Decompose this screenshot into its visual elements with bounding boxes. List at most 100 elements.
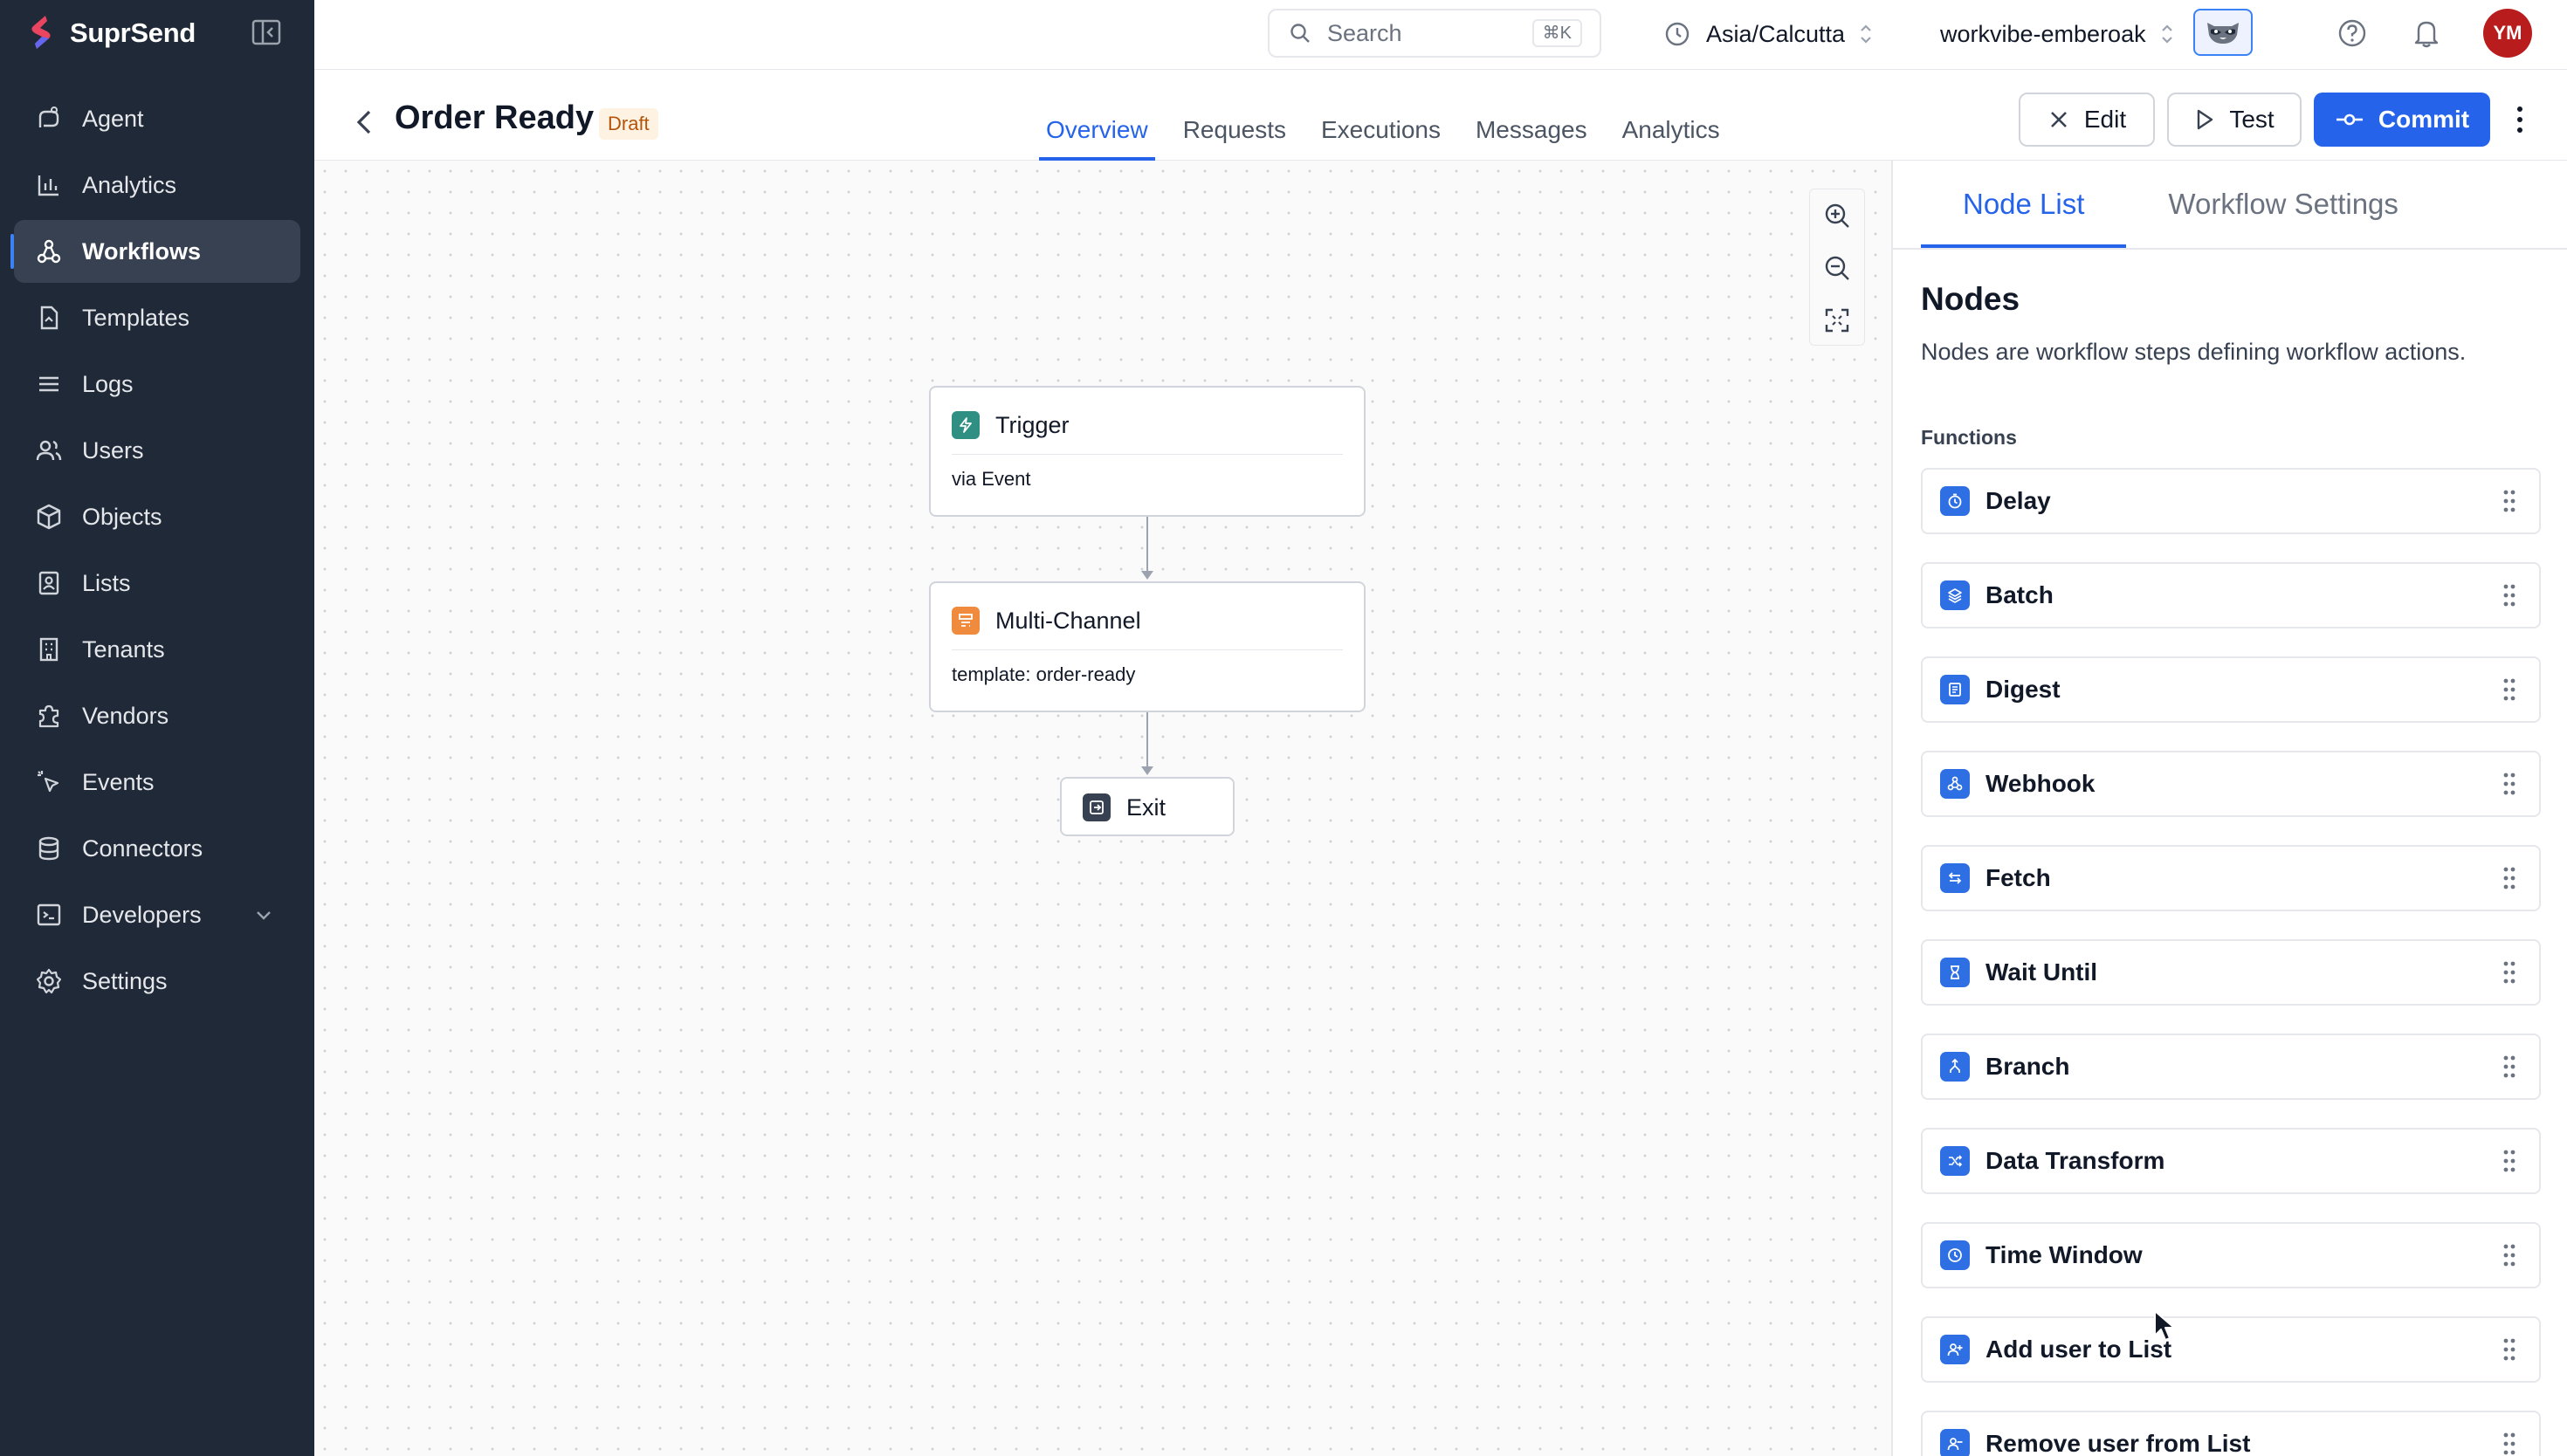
- commit-button-label: Commit: [2378, 106, 2470, 133]
- exit-node[interactable]: Exit: [1060, 777, 1235, 836]
- function-label: Data Transform: [1985, 1147, 2165, 1174]
- commit-icon: [2336, 113, 2363, 126]
- hourglass-icon: [1940, 958, 1970, 987]
- search-input[interactable]: Search ⌘K: [1268, 9, 1601, 58]
- drag-handle-icon[interactable]: [2502, 1432, 2516, 1456]
- back-arrow-icon[interactable]: [353, 106, 375, 138]
- play-icon: [2198, 109, 2213, 130]
- drag-handle-icon[interactable]: [2502, 583, 2516, 608]
- node-panel: Node List Workflow Settings Nodes Nodes …: [1891, 161, 2567, 1456]
- fit-view-button[interactable]: [1810, 294, 1864, 347]
- drag-handle-icon[interactable]: [2502, 866, 2516, 890]
- timezone-selector[interactable]: Asia/Calcutta: [1664, 12, 1875, 56]
- tab-messages[interactable]: Messages: [1469, 100, 1594, 161]
- commit-button[interactable]: Commit: [2314, 93, 2490, 147]
- help-icon[interactable]: [2336, 17, 2368, 49]
- more-options-icon[interactable]: [2515, 105, 2525, 134]
- tab-node-list[interactable]: Node List: [1921, 161, 2127, 248]
- trigger-bolt-icon: [952, 411, 980, 439]
- section-heading: Functions: [1921, 426, 2017, 449]
- sidebar: SuprSend Agent Analytics Workflows Templ…: [0, 0, 314, 1456]
- function-label: Delay: [1985, 487, 2051, 514]
- sidebar-item-events[interactable]: Events: [14, 751, 300, 814]
- drag-handle-icon[interactable]: [2502, 677, 2516, 702]
- sidebar-item-developers[interactable]: Developers: [14, 883, 300, 946]
- tab-workflow-settings[interactable]: Workflow Settings: [2126, 161, 2440, 248]
- drag-handle-icon[interactable]: [2502, 960, 2516, 985]
- sidebar-item-objects[interactable]: Objects: [14, 485, 300, 548]
- tab-overview[interactable]: Overview: [1039, 100, 1155, 161]
- agent-mascot-button[interactable]: [2193, 9, 2253, 56]
- tab-analytics[interactable]: Analytics: [1615, 100, 1727, 161]
- trigger-node[interactable]: Trigger via Event: [929, 386, 1366, 517]
- sidebar-item-label: Vendors: [82, 702, 169, 729]
- swap-arrows-icon: [1940, 863, 1970, 893]
- sidebar-item-connectors[interactable]: Connectors: [14, 817, 300, 880]
- function-label: Branch: [1985, 1053, 2070, 1080]
- workflow-canvas[interactable]: Trigger via Event Multi-Channel template…: [314, 161, 1891, 1456]
- workflow-icon: [37, 239, 61, 264]
- workspace-selector[interactable]: workvibe-emberoak: [1940, 12, 2176, 56]
- tab-executions[interactable]: Executions: [1314, 100, 1448, 161]
- cursor-click-icon: [38, 771, 59, 793]
- chevron-down-icon[interactable]: [253, 904, 274, 925]
- sidebar-item-logs[interactable]: Logs: [14, 353, 300, 416]
- drag-handle-icon[interactable]: [2502, 1149, 2516, 1173]
- drag-handle-icon[interactable]: [2502, 1054, 2516, 1079]
- sidebar-item-agent[interactable]: Agent: [14, 87, 300, 150]
- multi-channel-node[interactable]: Multi-Channel template: order-ready: [929, 581, 1366, 712]
- sidebar-item-vendors[interactable]: Vendors: [14, 684, 300, 747]
- function-item-time-window[interactable]: Time Window: [1921, 1222, 2541, 1288]
- zoom-out-button[interactable]: [1810, 242, 1864, 294]
- terminal-icon: [37, 903, 61, 926]
- drag-handle-icon[interactable]: [2502, 1243, 2516, 1267]
- function-item-digest[interactable]: Digest: [1921, 656, 2541, 723]
- function-item-remove-user-from-list[interactable]: Remove user from List: [1921, 1411, 2541, 1456]
- function-item-delay[interactable]: Delay: [1921, 468, 2541, 534]
- sidebar-item-workflows[interactable]: Workflows: [10, 220, 300, 283]
- multi-channel-icon: [952, 607, 980, 635]
- function-item-data-transform[interactable]: Data Transform: [1921, 1128, 2541, 1194]
- clock-icon: [1940, 1240, 1970, 1270]
- sidebar-item-analytics[interactable]: Analytics: [14, 154, 300, 216]
- function-item-branch[interactable]: Branch: [1921, 1034, 2541, 1100]
- sidebar-item-lists[interactable]: Lists: [14, 552, 300, 615]
- search-icon: [1290, 24, 1310, 43]
- function-item-fetch[interactable]: Fetch: [1921, 845, 2541, 911]
- sidebar-item-label: Users: [82, 436, 144, 464]
- function-item-webhook[interactable]: Webhook: [1921, 751, 2541, 817]
- sidebar-item-label: Connectors: [82, 834, 203, 862]
- list-icon: [39, 376, 58, 392]
- zoom-in-button[interactable]: [1810, 189, 1864, 242]
- sidebar-item-settings[interactable]: Settings: [14, 950, 300, 1013]
- function-item-wait-until[interactable]: Wait Until: [1921, 939, 2541, 1006]
- branch-icon: [1940, 1052, 1970, 1082]
- drag-handle-icon[interactable]: [2502, 772, 2516, 796]
- zoom-controls: [1809, 189, 1865, 346]
- page-header: Order Ready Draft Overview Requests Exec…: [314, 70, 2567, 161]
- test-button[interactable]: Test: [2167, 93, 2302, 147]
- function-item-batch[interactable]: Batch: [1921, 562, 2541, 628]
- edit-button[interactable]: Edit: [2019, 93, 2155, 147]
- fit-view-icon: [1825, 308, 1849, 333]
- tab-requests[interactable]: Requests: [1176, 100, 1293, 161]
- avatar[interactable]: YM: [2483, 9, 2532, 58]
- brand-name: SuprSend: [70, 17, 196, 48]
- drag-handle-icon[interactable]: [2502, 489, 2516, 513]
- function-item-add-user-to-list[interactable]: Add user to List: [1921, 1316, 2541, 1383]
- function-label: Fetch: [1985, 864, 2051, 891]
- sidebar-item-templates[interactable]: Templates: [14, 286, 300, 349]
- sidebar-item-tenants[interactable]: Tenants: [14, 618, 300, 681]
- bar-chart-icon: [38, 175, 58, 196]
- bell-icon[interactable]: [2412, 17, 2441, 49]
- sidebar-item-label: Logs: [82, 370, 134, 397]
- panel-title: Nodes: [1921, 281, 2020, 317]
- brand[interactable]: SuprSend: [28, 14, 196, 52]
- sidebar-item-users[interactable]: Users: [14, 419, 300, 482]
- stopwatch-icon: [1940, 486, 1970, 516]
- function-label: Wait Until: [1985, 958, 2098, 986]
- drag-handle-icon[interactable]: [2502, 1337, 2516, 1362]
- node-header: Exit: [1083, 793, 1212, 822]
- raccoon-icon: [2207, 23, 2239, 44]
- sidebar-collapse-icon[interactable]: [251, 19, 281, 45]
